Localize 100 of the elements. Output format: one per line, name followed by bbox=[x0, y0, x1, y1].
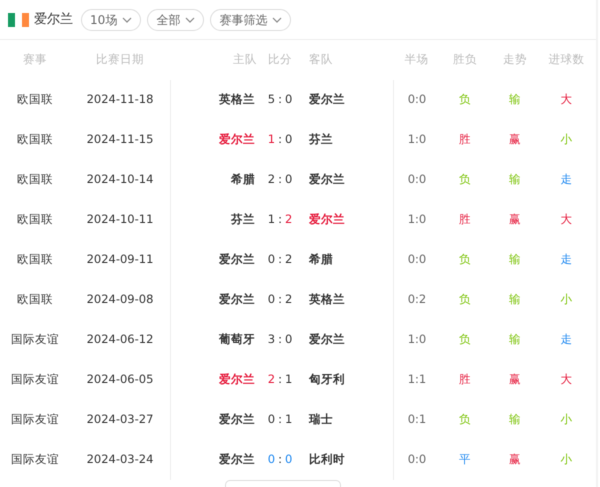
home-team: 爱尔兰 bbox=[219, 451, 256, 468]
away-team: 瑞士 bbox=[308, 411, 334, 428]
home-score: 2 bbox=[268, 371, 276, 388]
trend-cell-text: 输 bbox=[508, 411, 522, 428]
goals-cell-text: 走 bbox=[560, 331, 574, 348]
home-team: 爱尔兰 bbox=[219, 131, 256, 148]
away-team: 爱尔兰 bbox=[308, 331, 346, 348]
competition-cell-text: 国际友谊 bbox=[10, 371, 60, 388]
away-score: 2 bbox=[284, 211, 292, 228]
away-team: 爱尔兰 bbox=[308, 171, 346, 188]
date-cell-text: 2024-11-15 bbox=[86, 131, 154, 148]
chevron-down-icon bbox=[122, 16, 132, 22]
date-cell-text: 2024-03-27 bbox=[86, 411, 154, 428]
column-header: 客队 bbox=[308, 51, 334, 68]
goals-cell-text: 走 bbox=[560, 251, 574, 268]
column-header: 胜负 bbox=[452, 51, 478, 68]
away-team: 匈牙利 bbox=[308, 371, 346, 388]
goals-cell-text: 大 bbox=[560, 91, 574, 108]
home-team: 爱尔兰 bbox=[219, 251, 256, 268]
date-cell-text: 2024-03-24 bbox=[86, 451, 154, 468]
date-cell-text: 2024-09-08 bbox=[86, 291, 154, 308]
date-cell-text: 2024-06-12 bbox=[86, 331, 154, 348]
home-team: 葡萄牙 bbox=[219, 331, 256, 348]
result-cell-text: 负 bbox=[458, 251, 472, 268]
competition-cell-text: 欧国联 bbox=[16, 171, 54, 188]
home-score: 3 bbox=[268, 331, 276, 348]
goals-cell-text: 小 bbox=[560, 411, 574, 428]
halftime-score: 0:0 bbox=[408, 171, 426, 188]
date-cell-text: 2024-06-05 bbox=[86, 371, 154, 388]
goals-cell-text: 小 bbox=[560, 451, 574, 468]
score-separator: : bbox=[278, 91, 282, 108]
halftime-score: 0:0 bbox=[408, 251, 426, 268]
trend-cell-text: 输 bbox=[508, 331, 522, 348]
away-score: 0 bbox=[284, 131, 292, 148]
result-cell-text: 胜 bbox=[458, 131, 472, 148]
home-score: 0 bbox=[268, 451, 276, 468]
trend-cell-text: 赢 bbox=[508, 211, 522, 228]
goals-cell-text: 走 bbox=[560, 171, 574, 188]
filter-dropdown[interactable]: 10场 bbox=[81, 8, 142, 30]
away-score: 0 bbox=[284, 331, 292, 348]
result-cell-text: 负 bbox=[458, 411, 472, 428]
date-cell-text: 2024-09-11 bbox=[86, 251, 154, 268]
away-team: 爱尔兰 bbox=[308, 211, 346, 228]
goals-cell-text: 大 bbox=[560, 211, 574, 228]
flag-icon bbox=[8, 12, 29, 26]
column-header: 进球数 bbox=[548, 51, 586, 68]
away-score: 0 bbox=[284, 171, 292, 188]
filter-dropdown[interactable]: 全部 bbox=[147, 8, 204, 30]
trend-cell-text: 赢 bbox=[508, 371, 522, 388]
result-cell-text: 平 bbox=[458, 451, 472, 468]
score-separator: : bbox=[278, 211, 282, 228]
halftime-score: 1:0 bbox=[408, 131, 426, 148]
result-cell-text: 负 bbox=[458, 331, 472, 348]
home-score: 2 bbox=[268, 171, 276, 188]
away-score: 1 bbox=[284, 371, 292, 388]
score-separator: : bbox=[278, 371, 282, 388]
score-separator: : bbox=[278, 131, 282, 148]
away-score: 2 bbox=[284, 291, 292, 308]
home-team: 爱尔兰 bbox=[219, 291, 256, 308]
goals-cell-text: 小 bbox=[560, 291, 574, 308]
result-cell-text: 胜 bbox=[458, 211, 472, 228]
home-score: 0 bbox=[268, 291, 276, 308]
team-name: 爱尔兰 bbox=[34, 10, 73, 29]
date-cell-text: 2024-10-14 bbox=[86, 171, 154, 188]
away-team: 比利时 bbox=[308, 451, 346, 468]
home-team: 爱尔兰 bbox=[219, 371, 256, 388]
home-team: 希腊 bbox=[231, 171, 256, 188]
competition-cell-text: 欧国联 bbox=[16, 251, 54, 268]
score-separator: : bbox=[278, 331, 282, 348]
halftime-score: 0:2 bbox=[408, 291, 426, 308]
away-team: 芬兰 bbox=[308, 131, 334, 148]
score-separator: : bbox=[278, 451, 282, 468]
filter-dropdown[interactable]: 赛事筛选 bbox=[210, 8, 292, 30]
column-header: 比赛日期 bbox=[95, 51, 145, 68]
halftime-score: 0:1 bbox=[408, 411, 426, 428]
halftime-score: 1:0 bbox=[408, 211, 426, 228]
home-score: 0 bbox=[268, 251, 276, 268]
column-header: 走势 bbox=[502, 51, 528, 68]
competition-cell-text: 欧国联 bbox=[16, 91, 54, 108]
column-header: 比分 bbox=[267, 51, 293, 68]
competition-cell-text: 国际友谊 bbox=[10, 411, 60, 428]
result-cell-text: 负 bbox=[458, 291, 472, 308]
home-score: 0 bbox=[268, 411, 276, 428]
home-team: 英格兰 bbox=[219, 91, 256, 108]
score-separator: : bbox=[278, 291, 282, 308]
trend-cell-text: 输 bbox=[508, 171, 522, 188]
home-score: 1 bbox=[268, 211, 276, 228]
halftime-score: 0:0 bbox=[408, 91, 426, 108]
away-team: 希腊 bbox=[308, 251, 334, 268]
away-score: 0 bbox=[284, 91, 292, 108]
result-cell-text: 负 bbox=[458, 91, 472, 108]
result-cell-text: 胜 bbox=[458, 371, 472, 388]
goals-cell-text: 小 bbox=[560, 131, 574, 148]
home-team: 芬兰 bbox=[231, 211, 256, 228]
competition-cell-text: 欧国联 bbox=[16, 291, 54, 308]
away-score: 0 bbox=[284, 451, 292, 468]
competition-cell-text: 国际友谊 bbox=[10, 451, 60, 468]
trend-cell-text: 赢 bbox=[508, 131, 522, 148]
home-team: 爱尔兰 bbox=[219, 411, 256, 428]
date-cell-text: 2024-10-11 bbox=[86, 211, 154, 228]
